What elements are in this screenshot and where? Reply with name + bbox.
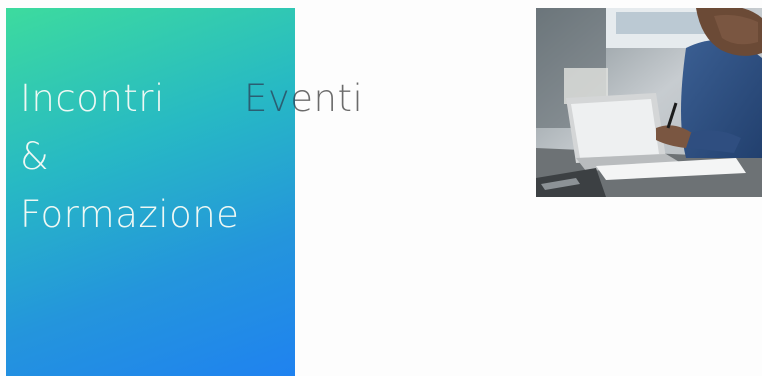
photo-illustration <box>536 8 762 197</box>
eventi-label: Eventi <box>244 70 363 128</box>
banner: Incontri & Formazione Eventi <box>0 0 762 376</box>
title-line-incontri: Incontri <box>20 77 165 120</box>
title-line-formazione: Formazione <box>20 193 240 236</box>
person-writing-at-laptop-photo <box>536 8 762 197</box>
title-block: Incontri & Formazione <box>20 70 239 244</box>
title-line-ampersand: & <box>20 135 50 178</box>
